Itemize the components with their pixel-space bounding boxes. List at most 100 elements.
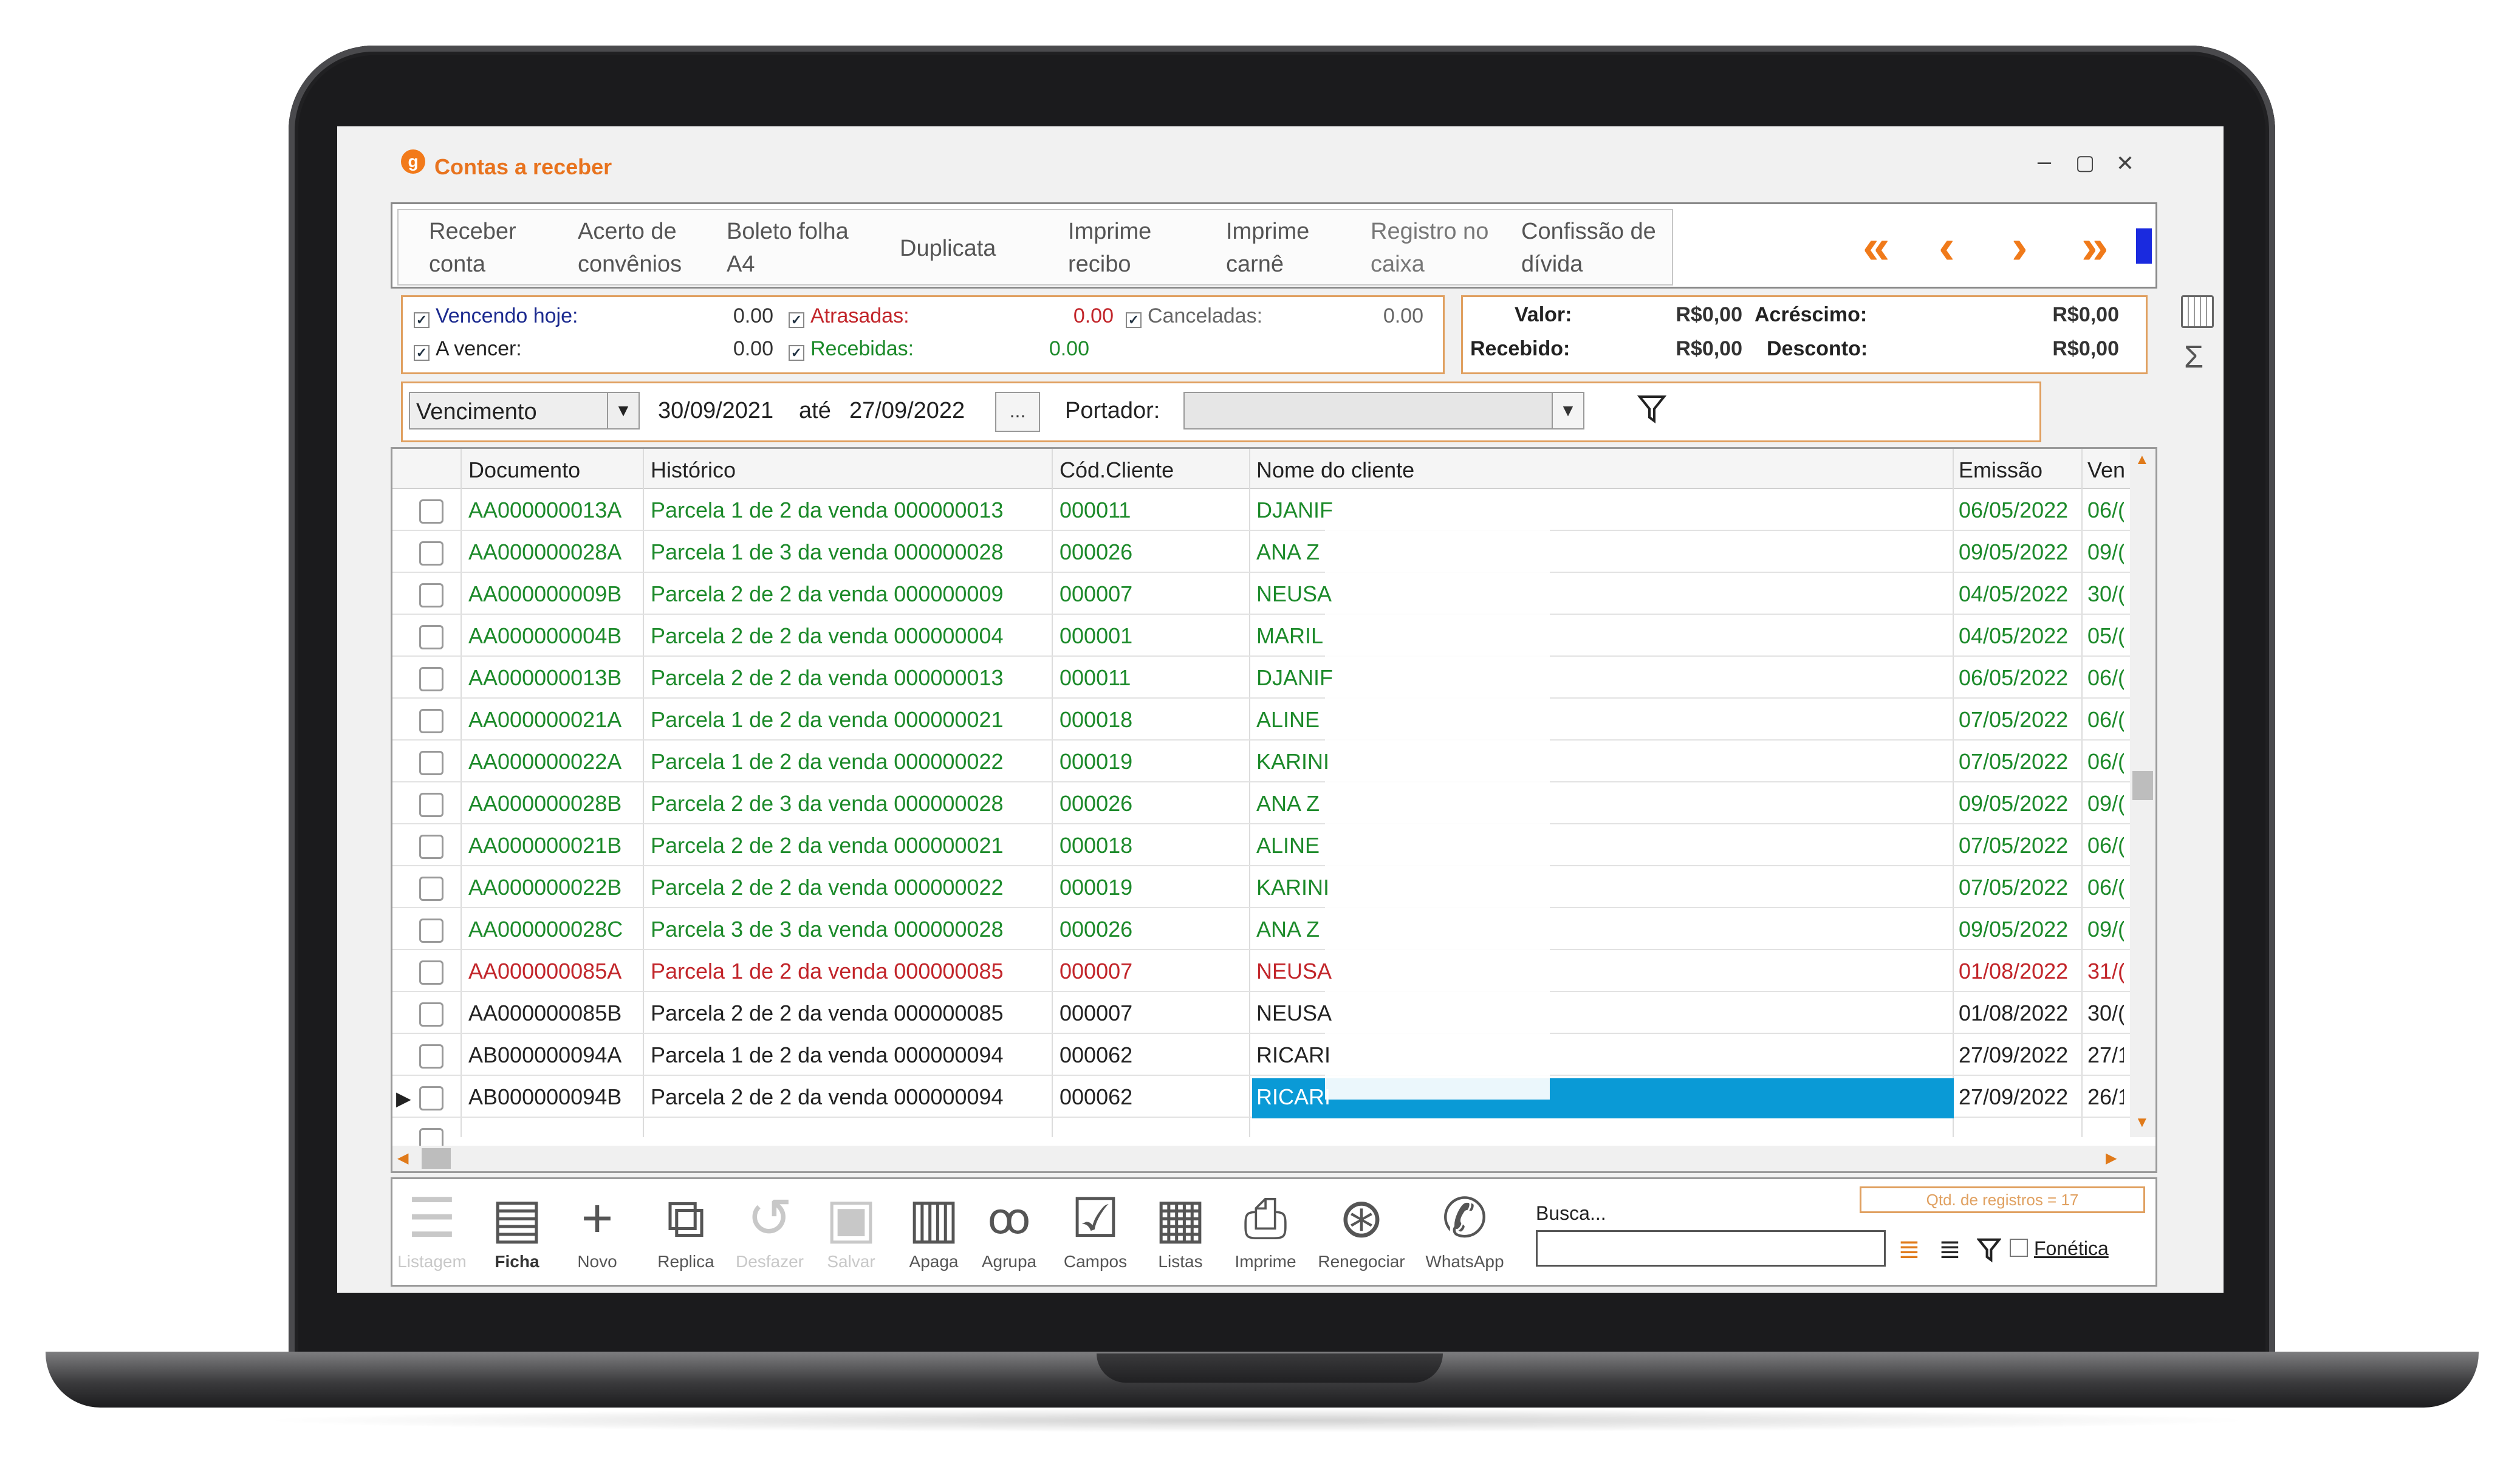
header-emissao[interactable]: Emissão xyxy=(1959,457,2042,483)
imprime-button[interactable]: ⎙ Imprime xyxy=(1226,1185,1305,1271)
scroll-down-icon[interactable]: ▼ xyxy=(2135,1114,2149,1131)
sigma-icon[interactable]: Σ xyxy=(2184,339,2203,375)
receber-conta-button[interactable]: Receber conta xyxy=(429,215,516,281)
canceladas-checkbox[interactable]: ✓ xyxy=(1126,312,1142,328)
vertical-scrollbar[interactable]: ▲ ▼ xyxy=(2130,449,2155,1137)
atrasadas-checkbox[interactable]: ✓ xyxy=(789,312,804,328)
table-row[interactable]: AA000000028A Parcela 1 de 3 da venda 0000… xyxy=(392,531,2130,573)
salvar-button[interactable]: ▣ Salvar xyxy=(812,1185,891,1271)
row-checkbox[interactable] xyxy=(419,919,443,943)
confissao-divida-button[interactable]: Confissão de dívida xyxy=(1521,215,1656,281)
row-checkbox[interactable] xyxy=(419,1044,443,1069)
filter-icon[interactable] xyxy=(1977,1237,2001,1264)
date-picker-button[interactable]: ... xyxy=(995,392,1040,432)
header-cod-cliente[interactable]: Cód.Cliente xyxy=(1060,457,1174,483)
row-checkbox[interactable] xyxy=(419,793,443,817)
first-record-icon[interactable]: « xyxy=(1863,222,1890,271)
imprime-recibo-button[interactable]: Imprime recibo xyxy=(1068,215,1151,281)
table-row[interactable]: AA000000022A Parcela 1 de 2 da venda 0000… xyxy=(392,741,2130,782)
align-center-icon[interactable]: ≣ xyxy=(1939,1234,1961,1265)
trash-icon: ▥ xyxy=(908,1188,960,1249)
table-row[interactable]: AA000000022B Parcela 2 de 2 da venda 0000… xyxy=(392,866,2130,908)
row-checkbox[interactable] xyxy=(419,625,443,649)
table-row[interactable]: AA000000085A Parcela 1 de 2 da venda 0000… xyxy=(392,950,2130,992)
boleto-folha-a4-button[interactable]: Boleto folha A4 xyxy=(727,215,849,281)
table-row[interactable]: AA000000004B Parcela 2 de 2 da venda 0000… xyxy=(392,615,2130,657)
ficha-button[interactable]: ▤ Ficha xyxy=(478,1185,556,1271)
fonetica-checkbox[interactable] xyxy=(2010,1239,2028,1257)
row-checkbox[interactable] xyxy=(419,541,443,566)
row-checkbox[interactable] xyxy=(419,667,443,691)
row-checkbox[interactable] xyxy=(419,751,443,775)
imprime-carne-button[interactable]: Imprime carnê xyxy=(1226,215,1309,281)
header-historico[interactable]: Histórico xyxy=(651,457,736,483)
table-row[interactable]: AA000000028B Parcela 2 de 3 da venda 0000… xyxy=(392,782,2130,824)
portador-select[interactable]: ▼ xyxy=(1183,392,1584,429)
table-row[interactable]: AA000000021A Parcela 1 de 2 da venda 0000… xyxy=(392,699,2130,741)
replica-button[interactable]: ⧉ Replica xyxy=(646,1185,725,1271)
a-vencer-filter[interactable]: ✓ A vencer: xyxy=(414,337,522,361)
scroll-up-icon[interactable]: ▲ xyxy=(2135,451,2149,468)
atrasadas-filter[interactable]: ✓ Atrasadas: xyxy=(789,304,909,328)
table-row[interactable]: AA000000085B Parcela 2 de 2 da venda 0000… xyxy=(392,992,2130,1034)
scroll-right-icon[interactable]: ▶ xyxy=(2106,1149,2117,1167)
desfazer-button[interactable]: ↺ Desfazer xyxy=(730,1185,809,1271)
canceladas-filter[interactable]: ✓ Canceladas: xyxy=(1126,304,1262,328)
agrupa-button[interactable]: ꝏ Agrupa xyxy=(970,1185,1049,1271)
date-to[interactable]: 27/09/2022 xyxy=(849,398,965,424)
table-row[interactable]: AA000000013B Parcela 2 de 2 da venda 0000… xyxy=(392,657,2130,699)
table-row[interactable]: AA000000028C Parcela 3 de 3 da venda 0000… xyxy=(392,908,2130,950)
row-checkbox[interactable] xyxy=(419,1002,443,1027)
row-checkbox[interactable] xyxy=(419,499,443,524)
renegociar-button[interactable]: ⊛ Renegociar xyxy=(1316,1185,1407,1271)
acerto-convenios-button[interactable]: Acerto de convênios xyxy=(578,215,682,281)
table-row[interactable]: AA000000009B Parcela 2 de 2 da venda 0000… xyxy=(392,573,2130,615)
chevron-down-icon: ▼ xyxy=(1552,393,1583,428)
row-checkbox[interactable] xyxy=(419,960,443,985)
horizontal-scrollbar[interactable]: ◀ ▶ xyxy=(392,1146,2155,1171)
duplicata-button[interactable]: Duplicata xyxy=(900,232,996,265)
table-row[interactable]: AA000000021B Parcela 2 de 2 da venda 0000… xyxy=(392,824,2130,866)
row-checkbox[interactable] xyxy=(419,1086,443,1110)
save-icon: ▣ xyxy=(825,1188,877,1249)
row-checkbox[interactable] xyxy=(419,877,443,901)
minimize-button[interactable]: – xyxy=(2029,148,2059,176)
filter-icon[interactable] xyxy=(1637,394,1666,426)
whatsapp-button[interactable]: ✆ WhatsApp xyxy=(1422,1185,1507,1271)
vencendo-hoje-filter[interactable]: ✓ Vencendo hoje: xyxy=(414,304,578,328)
last-record-icon[interactable]: » xyxy=(2081,222,2109,271)
listas-button[interactable]: ▦ Listas xyxy=(1141,1185,1220,1271)
previous-record-icon[interactable]: ‹ xyxy=(1939,222,1955,271)
row-checkbox[interactable] xyxy=(419,835,443,859)
header-documento[interactable]: Documento xyxy=(468,457,580,483)
novo-button[interactable]: + Novo xyxy=(558,1185,637,1271)
vencendo-hoje-checkbox[interactable]: ✓ xyxy=(414,312,430,328)
row-checkbox[interactable] xyxy=(419,709,443,733)
cell-cod-cliente: 000007 xyxy=(1060,959,1133,984)
date-field-select[interactable]: Vencimento ▼ xyxy=(409,392,640,429)
date-from[interactable]: 30/09/2021 xyxy=(658,398,773,424)
close-button[interactable]: ✕ xyxy=(2110,151,2140,176)
cell-nome-cliente: NEUSA xyxy=(1256,1001,1332,1025)
align-left-icon[interactable]: ≣ xyxy=(1898,1234,1920,1265)
action-toolbar: Receber conta Acerto de convênios Boleto f… xyxy=(391,202,2157,289)
calendar-icon[interactable] xyxy=(2181,295,2214,328)
recebidas-filter[interactable]: ✓ Recebidas: xyxy=(789,337,914,361)
search-input[interactable] xyxy=(1536,1230,1886,1267)
registro-caixa-button[interactable]: Registro no caixa xyxy=(1371,215,1488,281)
recebidas-checkbox[interactable]: ✓ xyxy=(789,345,804,361)
table-row[interactable]: AB000000094A Parcela 1 de 2 da venda 0000… xyxy=(392,1034,2130,1076)
a-vencer-checkbox[interactable]: ✓ xyxy=(414,345,430,361)
row-checkbox[interactable] xyxy=(419,583,443,607)
vertical-scroll-thumb[interactable] xyxy=(2132,771,2153,800)
table-row[interactable]: AA000000013A Parcela 1 de 2 da venda 0000… xyxy=(392,489,2130,531)
scroll-left-icon[interactable]: ◀ xyxy=(397,1149,408,1167)
horizontal-scroll-thumb[interactable] xyxy=(422,1148,451,1169)
maximize-button[interactable]: ▢ xyxy=(2070,151,2100,175)
header-vencimento[interactable]: Ven xyxy=(2087,457,2125,483)
listagem-button[interactable]: ☰ Listagem xyxy=(392,1185,471,1271)
campos-button[interactable]: ☑ Campos xyxy=(1056,1185,1135,1271)
next-record-icon[interactable]: › xyxy=(2012,222,2028,271)
header-nome-cliente[interactable]: Nome do cliente xyxy=(1256,457,1414,483)
apaga-button[interactable]: ▥ Apaga xyxy=(894,1185,973,1271)
